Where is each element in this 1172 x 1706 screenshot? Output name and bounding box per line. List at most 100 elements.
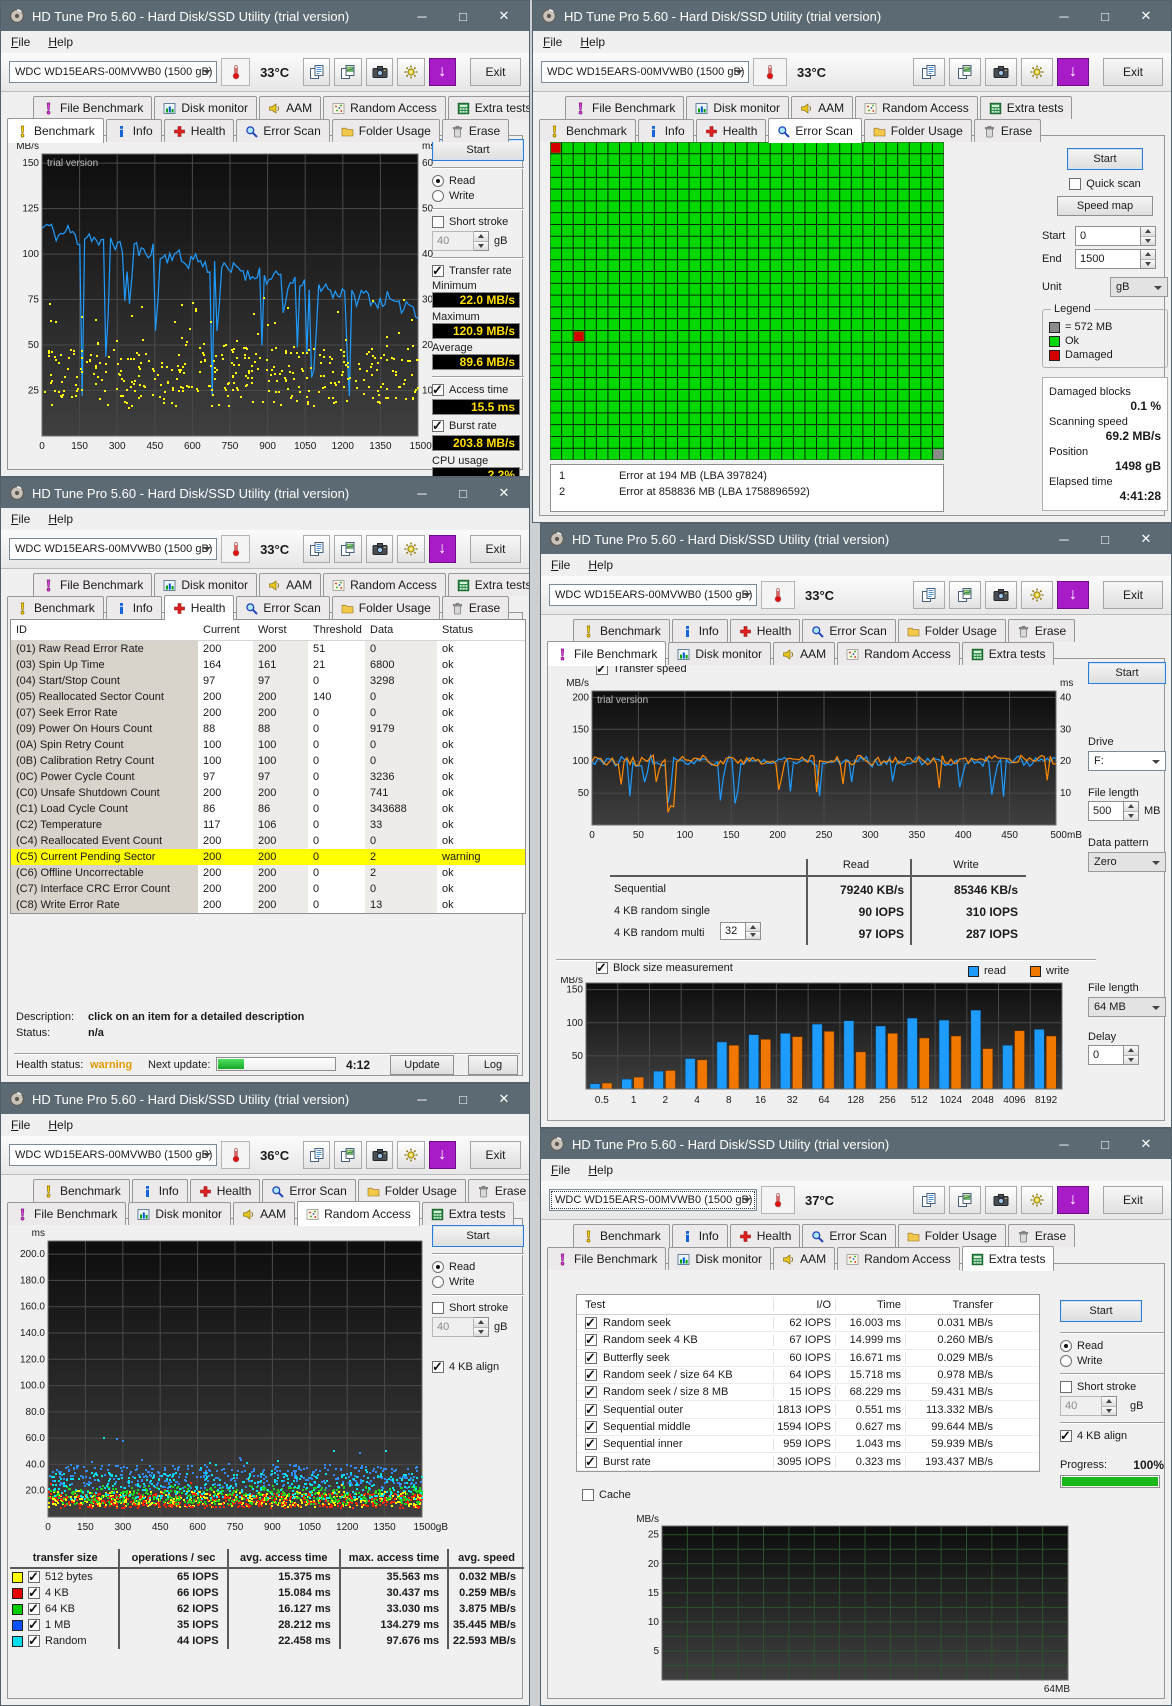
drive-select[interactable]: WDC WD15EARS-00MVWB0 (1500 gB): [9, 1144, 217, 1166]
copy-text-button[interactable]: [303, 535, 331, 563]
menu-item-help[interactable]: Help: [48, 35, 73, 49]
close-button[interactable]: ✕: [487, 485, 521, 501]
copy-image-button[interactable]: [334, 1141, 362, 1169]
error-list[interactable]: 1 Error at 194 MB (LBA 397824) 2 Error at 8…: [550, 464, 944, 512]
tab-error-scan[interactable]: Error Scan: [236, 119, 330, 142]
camera-button[interactable]: [985, 1186, 1017, 1214]
menu-item-help[interactable]: Help: [588, 558, 613, 572]
tab-benchmark[interactable]: Benchmark: [33, 1179, 130, 1202]
scan-end-stepper[interactable]: 1500: [1075, 249, 1156, 269]
tab-erase[interactable]: Erase: [467, 1179, 529, 1202]
minimize-button[interactable]: ─: [1047, 9, 1081, 24]
queue-depth-stepper[interactable]: 32: [720, 922, 761, 940]
tab-error-scan[interactable]: Error Scan: [768, 118, 862, 143]
smart-row[interactable]: (09) Power On Hours Count 88 88 0 9179 ok: [11, 721, 525, 737]
tab-aam[interactable]: AAM: [791, 96, 854, 119]
scan-start-stepper[interactable]: 0: [1075, 226, 1156, 246]
minimize-button[interactable]: ─: [1047, 532, 1081, 547]
tab-health[interactable]: Health: [163, 119, 235, 142]
tab-health[interactable]: Health: [729, 619, 801, 642]
tab-file-benchmark[interactable]: File Benchmark: [565, 96, 685, 119]
align-4kb-checkbox[interactable]: 4 KB align: [432, 1359, 524, 1375]
checkbox-icon[interactable]: [585, 1384, 597, 1400]
copy-image-button[interactable]: [949, 58, 981, 86]
tab-folder-usage[interactable]: Folder Usage: [331, 596, 440, 619]
access-time-checkbox[interactable]: Access time: [432, 382, 524, 398]
extra-test-row[interactable]: Sequential middle 1594 IOPS0.627 ms99.644…: [577, 1419, 1039, 1437]
drive-select[interactable]: WDC WD15EARS-00MVWB0 (1500 gB): [9, 61, 217, 83]
tab-random-access[interactable]: Random Access: [323, 573, 446, 596]
extra-test-row[interactable]: Sequential outer 1813 IOPS0.551 ms113.332…: [577, 1401, 1039, 1419]
tab-health[interactable]: Health: [729, 1224, 801, 1247]
read-radio[interactable]: Read: [432, 1261, 524, 1273]
maximize-button[interactable]: □: [1088, 532, 1122, 547]
tab-disk-monitor[interactable]: Disk monitor: [668, 642, 772, 665]
start-button[interactable]: Start: [1088, 662, 1166, 684]
file-length-stepper[interactable]: 500: [1088, 801, 1139, 821]
speed-map-button[interactable]: Speed map: [1057, 196, 1153, 216]
close-button[interactable]: ✕: [1129, 8, 1163, 24]
tab-info[interactable]: Info: [131, 1179, 188, 1202]
smart-row[interactable]: (C1) Load Cycle Count 86 86 0 343688 ok: [11, 801, 525, 817]
tab-health[interactable]: Health: [163, 595, 235, 620]
tab-info[interactable]: Info: [637, 119, 694, 142]
tab-folder-usage[interactable]: Folder Usage: [897, 619, 1006, 642]
exit-button[interactable]: Exit: [1103, 581, 1163, 609]
checkbox-icon[interactable]: [585, 1367, 597, 1383]
menu-item-file[interactable]: File: [11, 1118, 30, 1132]
smart-row[interactable]: (C0) Unsafe Shutdown Count 200 200 0 741 ok: [11, 785, 525, 801]
read-radio[interactable]: Read: [1060, 1340, 1164, 1352]
checkbox-icon[interactable]: [585, 1454, 597, 1470]
menu-item-help[interactable]: Help: [588, 1163, 613, 1177]
tab-disk-monitor[interactable]: Disk monitor: [128, 1202, 232, 1225]
copy-text-button[interactable]: [303, 58, 331, 86]
extra-test-row[interactable]: Butterfly seek 60 IOPS16.671 ms0.029 MB/s: [577, 1350, 1039, 1367]
menu-item-file[interactable]: File: [551, 558, 570, 572]
write-radio[interactable]: Write: [1060, 1355, 1164, 1367]
update-button[interactable]: ↓: [1057, 58, 1089, 86]
smart-row[interactable]: (C7) Interface CRC Error Count 200 200 0 0 ok: [11, 881, 525, 897]
update-button[interactable]: ↓: [1057, 1186, 1089, 1214]
start-button[interactable]: Start: [1067, 148, 1143, 170]
checkbox-icon[interactable]: [585, 1402, 597, 1418]
extra-tests-table[interactable]: TestI/OTimeTransferRandom seek62 IOPS16.…: [576, 1294, 1040, 1472]
copy-image-button[interactable]: [334, 535, 362, 563]
drive-select[interactable]: WDC WD15EARS-00MVWB0 (1500 gB): [549, 584, 757, 606]
short-stroke-checkbox[interactable]: Short stroke: [1060, 1381, 1164, 1393]
write-radio[interactable]: Write: [432, 1276, 524, 1288]
menu-item-file[interactable]: File: [543, 35, 562, 49]
tab-error-scan[interactable]: Error Scan: [802, 1224, 896, 1247]
close-button[interactable]: ✕: [1129, 1136, 1163, 1152]
tab-random-access[interactable]: Random Access: [855, 96, 978, 119]
smart-row[interactable]: (0C) Power Cycle Count 97 97 0 3236 ok: [11, 769, 525, 785]
menu-item-file[interactable]: File: [551, 1163, 570, 1177]
tab-error-scan[interactable]: Error Scan: [262, 1179, 356, 1202]
start-button[interactable]: Start: [432, 1225, 524, 1247]
start-button[interactable]: Start: [1060, 1300, 1142, 1322]
tab-erase[interactable]: Erase: [441, 119, 510, 142]
camera-button[interactable]: [365, 535, 394, 563]
drive-select[interactable]: WDC WD15EARS-00MVWB0 (1500 gB): [549, 1189, 757, 1211]
tab-folder-usage[interactable]: Folder Usage: [863, 119, 972, 142]
camera-button[interactable]: [365, 58, 394, 86]
checkbox-icon[interactable]: [585, 1332, 597, 1348]
update-button[interactable]: ↓: [428, 58, 456, 86]
tab-info[interactable]: Info: [105, 596, 162, 619]
checkbox-icon[interactable]: [585, 1350, 597, 1366]
read-radio[interactable]: Read: [432, 175, 524, 187]
tab-folder-usage[interactable]: Folder Usage: [357, 1179, 466, 1202]
start-button[interactable]: Start: [432, 139, 524, 161]
close-button[interactable]: ✕: [487, 8, 521, 24]
tab-random-access[interactable]: Random Access: [323, 96, 446, 119]
copy-text-button[interactable]: [913, 1186, 945, 1214]
checkbox-icon[interactable]: [585, 1419, 597, 1435]
update-button[interactable]: ↓: [428, 1141, 456, 1169]
checkbox-icon[interactable]: [28, 1585, 40, 1601]
tab-extra-tests[interactable]: Extra tests: [961, 1246, 1055, 1271]
tab-file-benchmark[interactable]: File Benchmark: [547, 1247, 667, 1270]
tab-disk-monitor[interactable]: Disk monitor: [154, 573, 258, 596]
tab-aam[interactable]: AAM: [773, 642, 836, 665]
tab-erase[interactable]: Erase: [1007, 1224, 1076, 1247]
tab-file-benchmark[interactable]: File Benchmark: [33, 96, 153, 119]
tab-info[interactable]: Info: [105, 119, 162, 142]
